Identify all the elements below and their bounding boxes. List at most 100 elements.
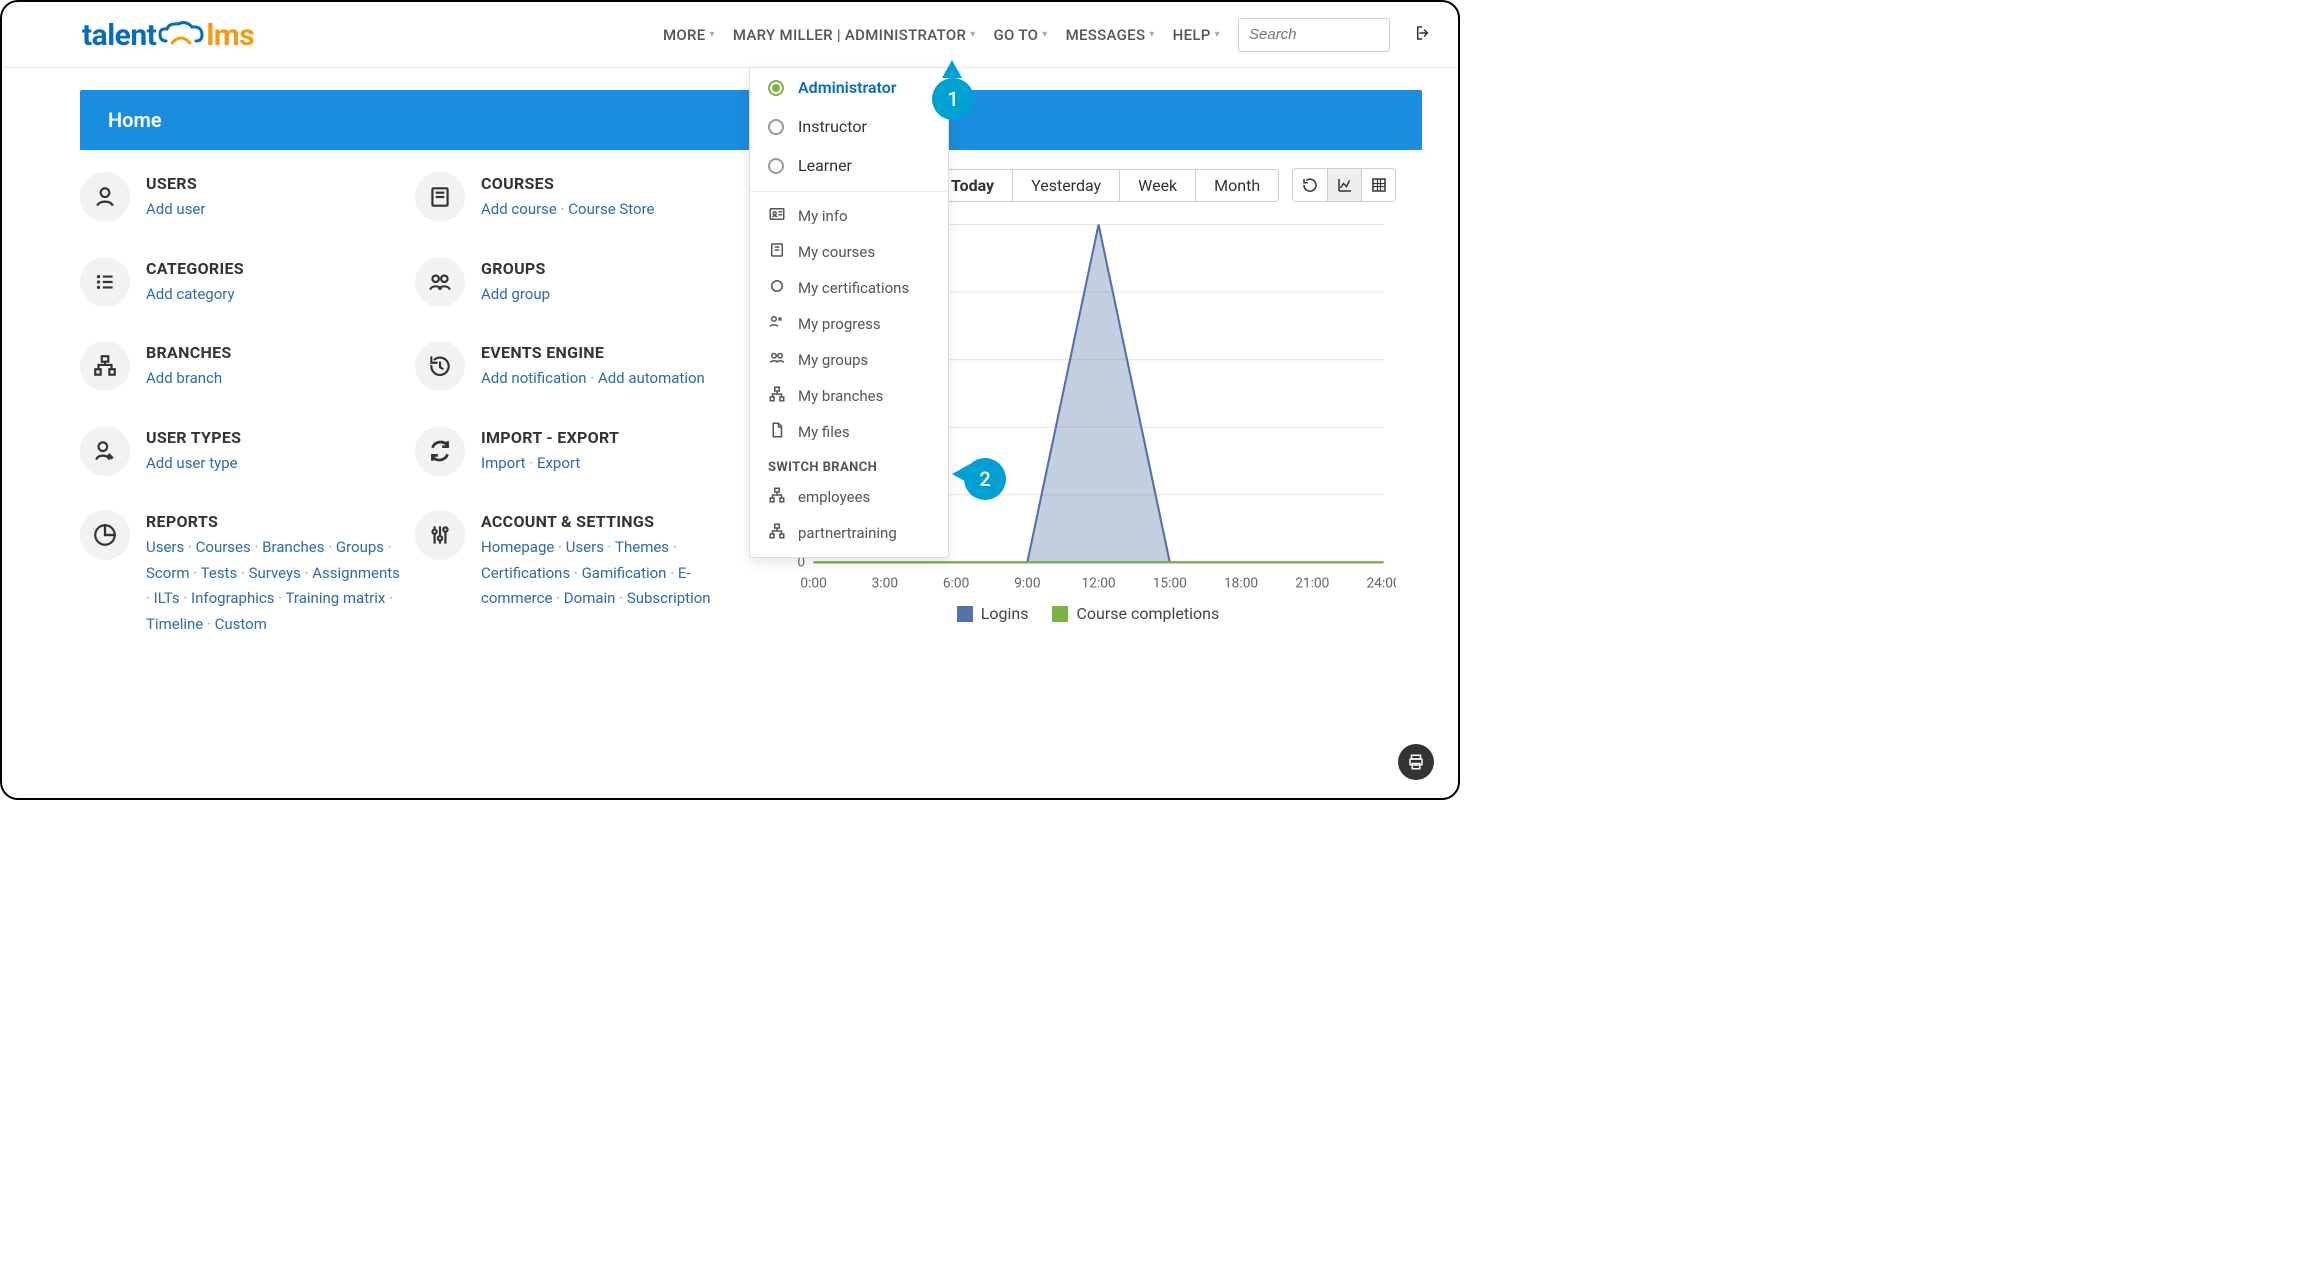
link-report-users[interactable]: Users	[146, 538, 184, 556]
role-option-learner[interactable]: Learner	[750, 146, 948, 185]
role-option-instructor[interactable]: Instructor	[750, 107, 948, 146]
admin-tiles: USERS Add user COURSES Add course · Cour…	[80, 150, 740, 677]
link-setting-gamification[interactable]: Gamification	[582, 564, 667, 582]
link-report-scorm[interactable]: Scorm	[146, 564, 190, 582]
history-icon	[415, 341, 465, 391]
tile-title: ACCOUNT & SETTINGS	[481, 512, 740, 531]
nav-user-role[interactable]: MARY MILLER | ADMINISTRATOR▾	[733, 26, 976, 44]
link-add-category[interactable]: Add category	[146, 285, 235, 303]
period-tabs: Today Yesterday Week Month	[932, 169, 1279, 202]
menu-my-groups[interactable]: My groups	[750, 342, 948, 378]
branch-icon	[80, 341, 130, 391]
tile-account-settings[interactable]: ACCOUNT & SETTINGS Homepage · Users · Th…	[415, 510, 740, 637]
group-icon	[415, 257, 465, 307]
logout-icon[interactable]	[1414, 23, 1432, 47]
link-report-groups[interactable]: Groups	[336, 538, 384, 556]
link-report-custom[interactable]: Custom	[215, 615, 267, 633]
nav-more[interactable]: MORE▾	[663, 26, 715, 44]
chart-grid-button[interactable]	[1361, 169, 1395, 201]
link-report-branches[interactable]: Branches	[262, 538, 324, 556]
branch-employees[interactable]: employees	[750, 479, 948, 515]
tile-users[interactable]: USERS Add user	[80, 172, 405, 223]
link-setting-domain[interactable]: Domain	[564, 589, 616, 607]
link-add-course[interactable]: Add course	[481, 200, 557, 218]
radio-icon	[768, 158, 784, 174]
tile-title: GROUPS	[481, 259, 550, 278]
link-report-timeline[interactable]: Timeline	[146, 615, 203, 633]
circle-icon	[768, 277, 786, 299]
branch-partnertraining[interactable]: partnertraining	[750, 515, 948, 551]
courses-icon	[415, 172, 465, 222]
link-report-ilts[interactable]: ILTs	[154, 589, 180, 607]
link-report-assignments[interactable]: Assignments	[312, 564, 400, 582]
link-report-surveys[interactable]: Surveys	[249, 564, 301, 582]
link-report-infographics[interactable]: Infographics	[191, 589, 274, 607]
annotation-1: 1	[932, 78, 974, 120]
link-course-store[interactable]: Course Store	[568, 200, 654, 218]
chevron-down-icon: ▾	[1215, 29, 1220, 40]
annotation-2: 2	[964, 458, 1006, 500]
role-option-administrator[interactable]: Administrator	[750, 68, 948, 107]
tile-title: CATEGORIES	[146, 259, 244, 278]
link-setting-themes[interactable]: Themes	[615, 538, 669, 556]
divider	[750, 191, 948, 192]
refresh-icon	[415, 426, 465, 476]
link-add-branch[interactable]: Add branch	[146, 369, 222, 387]
tab-yesterday[interactable]: Yesterday	[1012, 170, 1119, 201]
legend-swatch-logins	[957, 606, 973, 622]
nav-help[interactable]: HELP▾	[1173, 26, 1220, 44]
menu-my-branches[interactable]: My branches	[750, 378, 948, 414]
logo-text-lms: lms	[206, 18, 254, 53]
link-setting-subscription[interactable]: Subscription	[627, 589, 711, 607]
link-add-user-type[interactable]: Add user type	[146, 454, 238, 472]
search-input[interactable]	[1238, 18, 1390, 52]
link-add-automation[interactable]: Add automation	[598, 369, 705, 387]
group-icon	[768, 349, 786, 371]
menu-my-progress[interactable]: My progress	[750, 306, 948, 342]
branch-icon	[768, 522, 786, 544]
chart-history-button[interactable]	[1293, 169, 1327, 201]
link-add-notification[interactable]: Add notification	[481, 369, 587, 387]
chevron-down-icon: ▾	[1149, 29, 1154, 40]
tile-user-types[interactable]: USER TYPES Add user type	[80, 426, 405, 477]
menu-my-files[interactable]: My files	[750, 414, 948, 450]
legend-swatch-completions	[1052, 606, 1068, 622]
link-setting-users[interactable]: Users	[566, 538, 604, 556]
link-setting-certifications[interactable]: Certifications	[481, 564, 570, 582]
user-tag-icon	[80, 426, 130, 476]
link-setting-homepage[interactable]: Homepage	[481, 538, 554, 556]
link-report-training-matrix[interactable]: Training matrix	[286, 589, 386, 607]
tile-branches[interactable]: BRANCHES Add branch	[80, 341, 405, 392]
logo[interactable]: talent lms	[82, 17, 254, 53]
nav-messages[interactable]: MESSAGES▾	[1066, 26, 1155, 44]
menu-my-certifications[interactable]: My certifications	[750, 270, 948, 306]
tile-title: EVENTS ENGINE	[481, 343, 705, 362]
tab-week[interactable]: Week	[1119, 170, 1195, 201]
tab-month[interactable]: Month	[1195, 170, 1278, 201]
link-export[interactable]: Export	[537, 454, 580, 472]
tile-groups[interactable]: GROUPS Add group	[415, 257, 740, 308]
menu-my-courses[interactable]: My courses	[750, 234, 948, 270]
pie-chart-icon	[80, 510, 130, 560]
print-fab[interactable]	[1398, 744, 1434, 780]
link-add-group[interactable]: Add group	[481, 285, 550, 303]
tile-import-export[interactable]: IMPORT - EXPORT Import · Export	[415, 426, 740, 477]
tile-events-engine[interactable]: EVENTS ENGINE Add notification · Add aut…	[415, 341, 740, 392]
svg-text:21:00: 21:00	[1295, 576, 1329, 592]
menu-my-info[interactable]: My info	[750, 198, 948, 234]
account-links: Homepage · Users · Themes · Certificatio…	[481, 535, 740, 612]
nav-goto[interactable]: GO TO▾	[994, 26, 1048, 44]
chart-legend: Logins Course completions	[780, 604, 1396, 623]
legend-label-completions: Course completions	[1076, 604, 1219, 623]
link-add-user[interactable]: Add user	[146, 200, 205, 218]
branch-icon	[768, 385, 786, 407]
tile-courses[interactable]: COURSES Add course · Course Store	[415, 172, 740, 223]
tile-reports[interactable]: REPORTS Users · Courses · Branches · Gro…	[80, 510, 405, 637]
chart-line-button[interactable]	[1327, 169, 1361, 201]
link-import[interactable]: Import	[481, 454, 526, 472]
link-report-tests[interactable]: Tests	[201, 564, 238, 582]
legend-label-logins: Logins	[981, 604, 1029, 623]
logo-text-talent: talent	[82, 18, 156, 53]
link-report-courses[interactable]: Courses	[196, 538, 251, 556]
tile-categories[interactable]: CATEGORIES Add category	[80, 257, 405, 308]
